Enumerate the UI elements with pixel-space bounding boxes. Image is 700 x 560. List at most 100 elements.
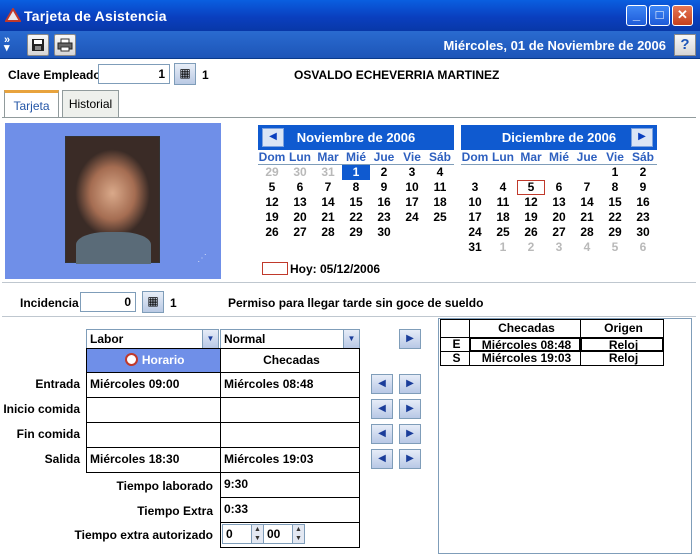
- calendar-day[interactable]: 22: [601, 210, 629, 225]
- calendar-day[interactable]: 20: [545, 210, 573, 225]
- maximize-button[interactable]: □: [649, 5, 670, 26]
- calendar-day[interactable]: 31: [314, 165, 342, 180]
- calendar-day[interactable]: 3: [461, 180, 489, 195]
- move-left-button[interactable]: ◀: [371, 449, 393, 469]
- calendar-day[interactable]: 23: [370, 210, 398, 225]
- calendar-day[interactable]: 11: [489, 195, 517, 210]
- stepper-up-icon[interactable]: ▲: [251, 525, 263, 534]
- calendar-day[interactable]: 3: [545, 240, 573, 255]
- calendar-day[interactable]: 16: [370, 195, 398, 210]
- calendar-day[interactable]: 22: [342, 210, 370, 225]
- calendar-day[interactable]: 12: [258, 195, 286, 210]
- checks-row[interactable]: E Miércoles 08:48 Reloj: [440, 337, 664, 352]
- horario-cell[interactable]: Miércoles 18:30: [86, 447, 221, 473]
- calendar-day[interactable]: 28: [314, 225, 342, 240]
- auth-hours-stepper[interactable]: 0 ▲ ▼: [222, 524, 264, 544]
- calendar-day[interactable]: 31: [461, 240, 489, 255]
- calendar-day[interactable]: 29: [601, 225, 629, 240]
- horario-cell[interactable]: [86, 397, 221, 423]
- calendar-day[interactable]: 9: [629, 180, 657, 195]
- calendar-day[interactable]: 27: [545, 225, 573, 240]
- help-button[interactable]: ?: [674, 34, 696, 56]
- close-button[interactable]: ✕: [672, 5, 693, 26]
- stepper-down-icon[interactable]: ▼: [292, 534, 304, 543]
- tab-historial[interactable]: Historial: [62, 90, 119, 118]
- calendar-day[interactable]: 8: [342, 180, 370, 195]
- calendar-day[interactable]: 26: [258, 225, 286, 240]
- calendar-day[interactable]: 12: [517, 195, 545, 210]
- calendar-day[interactable]: 20: [286, 210, 314, 225]
- calendar-day[interactable]: 5: [601, 240, 629, 255]
- calendar-next-button[interactable]: ▶: [631, 128, 653, 147]
- calendar-day[interactable]: 6: [286, 180, 314, 195]
- incidence-input[interactable]: 0: [80, 292, 136, 312]
- calendar-day[interactable]: 19: [258, 210, 286, 225]
- calendar-day[interactable]: 1: [601, 165, 629, 180]
- move-right-button[interactable]: ▶: [399, 399, 421, 419]
- calendar-day[interactable]: 9: [370, 180, 398, 195]
- calendar-day[interactable]: 28: [573, 225, 601, 240]
- calendar-day[interactable]: 24: [461, 225, 489, 240]
- calendar-day[interactable]: 11: [426, 180, 454, 195]
- calendar-day[interactable]: 4: [489, 180, 517, 195]
- calendar-day[interactable]: 16: [629, 195, 657, 210]
- calendar-day[interactable]: 6: [545, 180, 573, 195]
- tab-tarjeta[interactable]: Tarjeta: [4, 90, 59, 118]
- move-right-button[interactable]: ▶: [399, 374, 421, 394]
- calendar-day[interactable]: 25: [489, 225, 517, 240]
- calendar-day[interactable]: 29: [258, 165, 286, 180]
- move-left-button[interactable]: ◀: [371, 424, 393, 444]
- calendar-day[interactable]: 6: [629, 240, 657, 255]
- checadas-cell[interactable]: [220, 422, 360, 448]
- auth-minutes-stepper[interactable]: 00 ▲ ▼: [263, 524, 305, 544]
- calendar-day[interactable]: 4: [426, 165, 454, 180]
- calendar-day[interactable]: 3: [398, 165, 426, 180]
- move-right-button[interactable]: ▶: [399, 449, 421, 469]
- calendar-day[interactable]: 10: [398, 180, 426, 195]
- calendar-day[interactable]: 10: [461, 195, 489, 210]
- stepper-up-icon[interactable]: ▲: [292, 525, 304, 534]
- minimize-button[interactable]: _: [626, 5, 647, 26]
- horario-cell[interactable]: [86, 422, 221, 448]
- save-button[interactable]: [27, 34, 49, 56]
- calendar-day[interactable]: 24: [398, 210, 426, 225]
- calendar-day[interactable]: 25: [426, 210, 454, 225]
- calendar-day[interactable]: 8: [601, 180, 629, 195]
- checks-row[interactable]: S Miércoles 19:03 Reloj: [440, 351, 664, 366]
- calendar-day[interactable]: 1: [342, 165, 370, 180]
- calendar-day[interactable]: 23: [629, 210, 657, 225]
- calendar-day[interactable]: 2: [370, 165, 398, 180]
- calendar-day[interactable]: 2: [629, 165, 657, 180]
- move-left-button[interactable]: ◀: [371, 374, 393, 394]
- calendar-day[interactable]: 15: [342, 195, 370, 210]
- calendar-day[interactable]: 17: [461, 210, 489, 225]
- calendar-day[interactable]: 7: [573, 180, 601, 195]
- calendar-day[interactable]: 29: [342, 225, 370, 240]
- calendar-day[interactable]: 15: [601, 195, 629, 210]
- checadas-cell[interactable]: Miércoles 08:48: [220, 372, 360, 398]
- employee-lookup-button[interactable]: ▦: [174, 63, 196, 85]
- calendar-day[interactable]: 17: [398, 195, 426, 210]
- calendar-day[interactable]: 2: [517, 240, 545, 255]
- move-left-button[interactable]: ◀: [371, 399, 393, 419]
- horario-cell[interactable]: Miércoles 09:00: [86, 372, 221, 398]
- calendar-day[interactable]: 14: [314, 195, 342, 210]
- checadas-cell[interactable]: Miércoles 19:03: [220, 447, 360, 473]
- calendar-day[interactable]: 14: [573, 195, 601, 210]
- calendar-day[interactable]: 5: [258, 180, 286, 195]
- calendar-day[interactable]: 1: [489, 240, 517, 255]
- calendar-day[interactable]: 27: [286, 225, 314, 240]
- labor-select[interactable]: Labor ▼: [86, 329, 219, 349]
- chevron-menu-icon[interactable]: » ▾: [4, 35, 10, 54]
- normal-select[interactable]: Normal ▼: [220, 329, 360, 349]
- calendar-day[interactable]: 26: [517, 225, 545, 240]
- calendar-day[interactable]: 30: [286, 165, 314, 180]
- calendar-day[interactable]: 5: [517, 180, 545, 195]
- calendar-day[interactable]: 19: [517, 210, 545, 225]
- calendar-day[interactable]: 13: [545, 195, 573, 210]
- calendar-day[interactable]: 18: [489, 210, 517, 225]
- today-label[interactable]: Hoy: 05/12/2006: [290, 262, 380, 276]
- print-button[interactable]: [54, 34, 76, 56]
- calendar-day[interactable]: 30: [629, 225, 657, 240]
- calendar-day[interactable]: 30: [370, 225, 398, 240]
